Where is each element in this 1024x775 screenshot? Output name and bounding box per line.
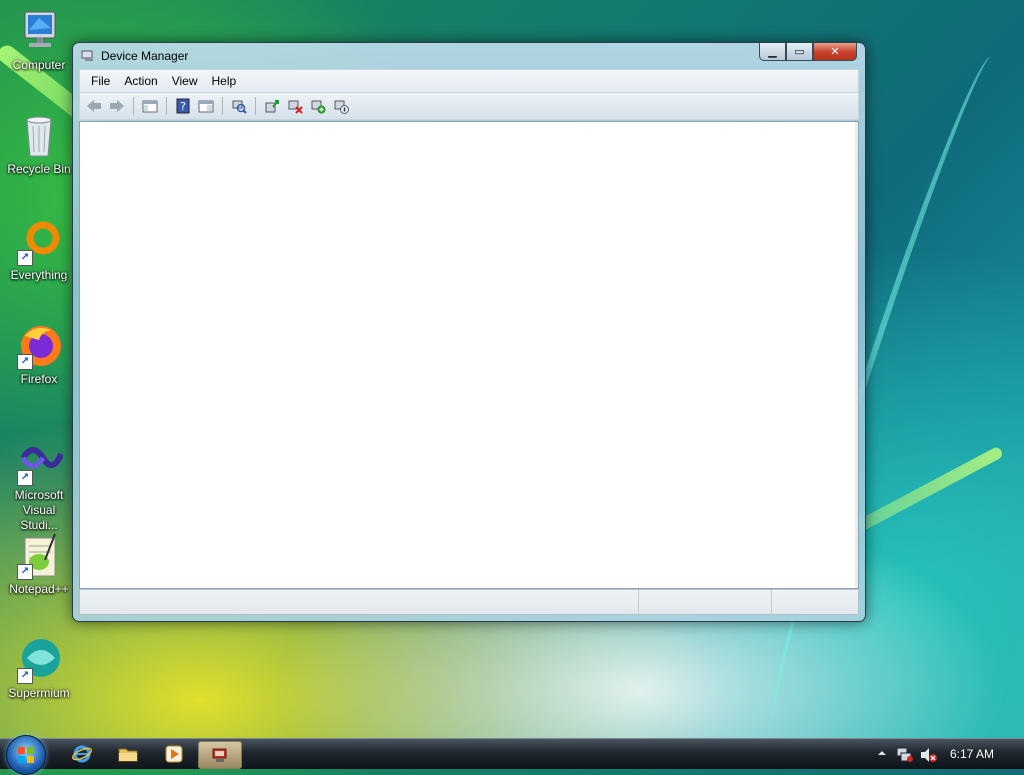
menu-file[interactable]: File [84,74,117,88]
desktop-icon-label: Firefox [20,372,58,386]
desktop-icon-everything[interactable]: ↗ Everything [4,218,74,283]
shortcut-arrow-icon: ↗ [17,564,33,580]
show-hidden-icons-button[interactable] [876,747,892,761]
desktop-icon-firefox[interactable]: ↗ Firefox [4,322,74,387]
device-tree-pane[interactable] [79,121,859,589]
forward-button[interactable] [107,96,127,116]
maximize-button[interactable]: ▭ [786,43,813,61]
enable-device-icon [311,100,326,114]
everything-icon: ↗ [15,218,63,266]
help-button[interactable]: ? [173,96,193,116]
back-icon [87,100,101,112]
network-button[interactable] [896,747,913,762]
visual-studio-icon: ↗ [15,438,64,486]
uninstall-device-icon [288,100,303,114]
firefox-icon: ↗ [15,322,63,370]
update-driver-button[interactable] [262,96,282,116]
disable-device-icon [334,100,349,114]
desktop-icon-visual-studio[interactable]: ↗ Microsoft Visual Studi... [4,438,74,533]
clock[interactable]: 6:17 AM [950,747,994,761]
toolbar-separator [166,97,167,115]
menu-action[interactable]: Action [117,74,164,88]
computer-icon [15,8,63,56]
scan-hardware-icon [232,100,247,114]
supermium-icon: ↗ [15,636,63,684]
caption-buttons: ▁ ▭ ✕ [759,43,857,61]
windows-logo-icon [18,747,34,763]
internet-explorer-icon [72,745,92,763]
desktop-icon-label: Notepad++ [9,582,69,596]
show-hide-console-tree-button[interactable] [140,96,160,116]
media-player-button[interactable] [164,744,184,764]
volume-muted-icon [921,748,937,762]
minimize-button[interactable]: ▁ [759,43,786,61]
windows-explorer-button[interactable] [118,744,138,764]
desktop-icon-label: Computer [12,58,66,72]
show-hide-console-tree-icon [142,100,158,113]
close-button[interactable]: ✕ [813,43,857,61]
desktop-icon-supermium[interactable]: ↗ Supermium [4,636,74,701]
shortcut-arrow-icon: ↗ [17,668,33,684]
help-icon: ? [176,98,190,114]
desktop-icon-notepadpp[interactable]: ↗ Notepad++ [4,532,74,597]
close-icon: ✕ [830,46,840,58]
enable-device-button[interactable] [308,96,328,116]
status-pane [772,590,858,614]
desktop-icon-label: Recycle Bin [7,162,71,176]
windows-explorer-icon [118,748,138,762]
shortcut-arrow-icon: ↗ [17,250,33,266]
desktop-icon-label: Supermium [8,686,70,700]
notepadpp-icon: ↗ [15,532,63,580]
menu-view[interactable]: View [165,74,205,88]
toolbar-separator [133,97,134,115]
media-player-icon [165,745,183,763]
uninstall-device-button[interactable] [285,96,305,116]
taskbar-device-manager-button[interactable] [198,741,242,769]
status-pane [80,590,639,614]
toolbar-separator [255,97,256,115]
maximize-icon: ▭ [794,46,805,58]
desktop-icon-label: Microsoft Visual Studi... [14,488,64,532]
volume-button[interactable] [920,747,937,762]
network-icon [896,747,913,762]
desktop-icon-recycle-bin[interactable]: Recycle Bin [4,112,74,177]
start-button[interactable] [6,735,46,775]
shortcut-arrow-icon: ↗ [17,354,33,370]
status-bar [79,589,859,615]
show-hidden-icons-icon [878,751,886,755]
back-button[interactable] [84,96,104,116]
properties-icon [198,100,214,113]
properties-button[interactable] [196,96,216,116]
toolbar: ? [79,92,859,120]
shortcut-arrow-icon: ↗ [17,470,33,486]
scan-hardware-button[interactable] [229,96,249,116]
menu-help[interactable]: Help [205,74,244,88]
svg-text:?: ? [180,100,186,113]
toolbar-separator [222,97,223,115]
forward-icon [110,100,124,112]
title-bar[interactable]: Device Manager ▁ ▭ ✕ [73,43,865,69]
window-title: Device Manager [101,49,189,63]
desktop-icon-label: Everything [10,268,68,282]
device-manager-window[interactable]: Device Manager ▁ ▭ ✕ File Action View He… [72,42,866,622]
taskbar: 6:17 AM [0,735,1024,775]
menu-bar: File Action View Help [79,69,859,92]
update-driver-icon [265,100,279,113]
device-manager-icon [81,50,95,62]
internet-explorer-button[interactable] [72,744,92,764]
recycle-bin-icon [15,112,63,160]
device-manager-icon [212,748,227,762]
status-pane [639,590,772,614]
disable-device-button[interactable] [331,96,351,116]
desktop-icon-computer[interactable]: Computer [4,8,74,73]
minimize-icon: ▁ [768,46,777,58]
vertical-scrollbar[interactable] [855,122,858,588]
system-tray: 6:17 AM [864,739,1024,769]
